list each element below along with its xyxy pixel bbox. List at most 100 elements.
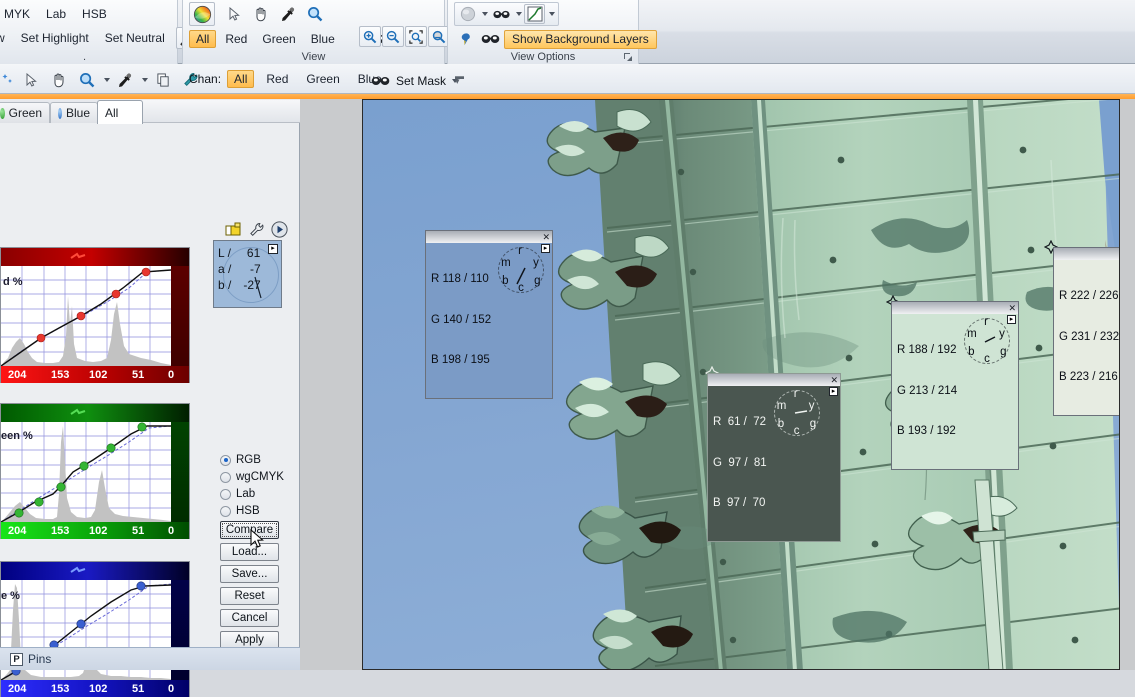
radio-indicator-hsb xyxy=(220,505,231,517)
colorspace-radio-hsb[interactable]: HSB xyxy=(220,503,284,519)
readout-shadow-values: R 61 / 72 G 97 / 81 B 97 / 70 xyxy=(713,389,767,538)
ribbon-group-view: All Red Green Blue View xyxy=(182,0,450,64)
set-mask-label[interactable]: Set Mask xyxy=(396,74,446,88)
green-tick-204: 204 xyxy=(8,524,27,537)
toolbar-channel-green[interactable]: Green xyxy=(300,71,345,87)
cancel-button[interactable]: Cancel xyxy=(220,609,279,627)
save-button[interactable]: Save... xyxy=(220,565,279,583)
canvas-area[interactable]: ✕ R 118 / 110 G 140 / 152 B 198 / 195 r … xyxy=(300,99,1135,670)
readout-patina[interactable]: ✕ R 188 / 192 G 213 / 214 B 193 / 192 r … xyxy=(891,301,1019,470)
mask-glasses-icon[interactable] xyxy=(478,27,502,51)
curve-panel-blue[interactable]: e % 204 153 102 51 0 xyxy=(0,561,190,697)
readout-shadow-titlebar[interactable]: ✕ xyxy=(708,374,840,386)
close-icon[interactable]: ✕ xyxy=(1008,303,1016,313)
expand-icon[interactable]: ▸ xyxy=(268,244,278,254)
readout-patina-values: R 188 / 192 G 213 / 214 B 193 / 192 xyxy=(897,317,957,466)
view-channel-green[interactable]: Green xyxy=(256,31,301,47)
red-marker-icon[interactable] xyxy=(69,252,87,264)
play-icon[interactable] xyxy=(271,221,288,238)
reset-button[interactable]: Reset xyxy=(220,587,279,605)
color-wheel-dial[interactable]: r y g c b m xyxy=(961,316,1013,365)
hand-pan-icon[interactable] xyxy=(46,68,72,92)
curve-body-green: een % 204 153 102 51 0 xyxy=(1,422,189,539)
tab-all[interactable]: All xyxy=(97,100,143,124)
curve-graph-icon[interactable] xyxy=(524,4,545,24)
curve-body-red: d % 204 153 102 51 0 xyxy=(1,266,189,383)
show-background-layers-toggle[interactable]: Show Background Layers xyxy=(504,29,657,49)
photo-image[interactable]: ✕ R 118 / 110 G 140 / 152 B 198 / 195 r … xyxy=(362,99,1120,670)
magnifier-icon[interactable] xyxy=(74,68,100,92)
hand-pan-icon[interactable] xyxy=(248,2,274,26)
readout-sky[interactable]: ✕ R 118 / 110 G 140 / 152 B 198 / 195 r … xyxy=(425,230,553,399)
readout-sky-body: R 118 / 110 G 140 / 152 B 198 / 195 r y … xyxy=(426,243,552,398)
eyedropper-icon[interactable] xyxy=(275,2,301,26)
sphere-dropdown-arrow-icon[interactable] xyxy=(482,12,488,16)
readout-sky-titlebar[interactable]: ✕ xyxy=(426,231,552,243)
readout-highlight-values: R 222 / 226 G 231 / 232 B 223 / 216 xyxy=(1059,263,1119,412)
folder-note-icon[interactable] xyxy=(225,222,243,238)
eyedropper-icon[interactable] xyxy=(112,68,138,92)
view-channel-all[interactable]: All xyxy=(189,30,217,48)
green-marker-icon[interactable] xyxy=(69,408,87,420)
tab-blue[interactable]: Blue xyxy=(50,102,98,123)
readout-highlight-g: G 231 / 232 xyxy=(1059,330,1120,343)
zoom-fit-icon[interactable] xyxy=(405,26,427,47)
close-icon[interactable]: ✕ xyxy=(542,232,550,242)
mask-dropdown-arrow-icon[interactable] xyxy=(516,12,522,16)
blue-tick-0: 0 xyxy=(168,682,175,695)
menu-arrow-icon[interactable]: ▸ xyxy=(1007,315,1016,324)
blue-marker-icon[interactable] xyxy=(69,566,87,578)
toolbar-channel-red[interactable]: Red xyxy=(260,71,294,87)
magnifier-dropdown-arrow-icon[interactable] xyxy=(104,78,110,82)
dialog-launcher-icon[interactable] xyxy=(623,52,633,62)
menu-arrow-icon[interactable]: ▸ xyxy=(541,244,550,253)
readout-highlight-titlebar[interactable]: ✕ xyxy=(1054,248,1119,260)
curve-axis-label-green: een % xyxy=(1,430,33,442)
zoom-out-icon[interactable] xyxy=(382,26,404,47)
wrench-icon[interactable] xyxy=(249,222,265,238)
readout-patina-titlebar[interactable]: ✕ xyxy=(892,302,1018,314)
lab-readout[interactable]: L / 61 a / -7 b / -27 ▸ xyxy=(213,240,282,308)
readout-shadow[interactable]: ✕ R 61 / 72 G 97 / 81 B 97 / 70 r y g c … xyxy=(707,373,841,542)
curve-dropdown-arrow-icon[interactable] xyxy=(549,12,555,16)
color-wheel-dial[interactable]: r y g c b m xyxy=(771,388,823,437)
view-channel-red[interactable]: Red xyxy=(219,31,253,47)
colorspace-radio-lab[interactable]: Lab xyxy=(220,486,284,502)
chan-label: Chan: xyxy=(189,72,222,86)
zoom-in-icon[interactable] xyxy=(359,26,381,47)
magnifier-icon[interactable] xyxy=(302,2,328,26)
color-wheel-dial[interactable]: r y g c b m xyxy=(495,245,547,294)
colorspace-radio-wgcmyk[interactable]: wgCMYK xyxy=(220,469,284,485)
curve-axis-label-red: d % xyxy=(3,276,23,288)
mask-glasses-icon[interactable] xyxy=(368,69,392,93)
set-neutral-button[interactable]: Set Neutral xyxy=(97,28,173,49)
sphere-icon[interactable] xyxy=(458,4,478,24)
toolbar-channel-all[interactable]: All xyxy=(227,70,255,88)
green-dot-icon xyxy=(0,107,5,119)
set-highlight-button[interactable]: Set Highlight xyxy=(13,28,97,49)
eyedropper-dropdown-arrow-icon[interactable] xyxy=(142,78,148,82)
readout-highlight[interactable]: ✕ R 222 / 226 G 231 / 232 B 223 / 216 r … xyxy=(1053,247,1119,416)
view-channel-blue[interactable]: Blue xyxy=(305,31,341,47)
curve-panel-red[interactable]: d % 204 153 102 51 0 xyxy=(0,247,190,383)
colorspace-radio-rgb[interactable]: RGB xyxy=(220,452,284,468)
arrow-select-icon[interactable] xyxy=(221,2,247,26)
tab-green[interactable]: Green xyxy=(0,102,50,123)
close-icon[interactable]: ✕ xyxy=(830,375,838,385)
copy-icon[interactable] xyxy=(150,68,176,92)
menu-arrow-icon[interactable]: ▸ xyxy=(829,387,838,396)
toolbar-overflow-icon[interactable]: ▬ ▾ xyxy=(455,72,464,86)
color-wheel-icon[interactable] xyxy=(189,2,215,26)
curve-plot-red[interactable] xyxy=(1,266,171,366)
arrow-select-icon[interactable] xyxy=(18,68,44,92)
set-shadow-button[interactable]: w xyxy=(0,28,13,49)
colormode-hsb-button[interactable]: HSB xyxy=(74,3,115,24)
pin-icon[interactable] xyxy=(454,27,476,51)
curve-panel-green[interactable]: een % 204 153 102 51 0 xyxy=(0,403,190,539)
colormode-lab-button[interactable]: Lab xyxy=(38,3,74,24)
colormode-myk-button[interactable]: MYK xyxy=(0,3,38,24)
ribbon: MYK Lab HSB w Set Highlight Set Neutral … xyxy=(0,0,1135,64)
sparkle-icon[interactable] xyxy=(0,68,16,92)
mask-glasses-icon[interactable] xyxy=(490,4,512,24)
pins-status-bar[interactable]: P Pins xyxy=(0,647,300,670)
